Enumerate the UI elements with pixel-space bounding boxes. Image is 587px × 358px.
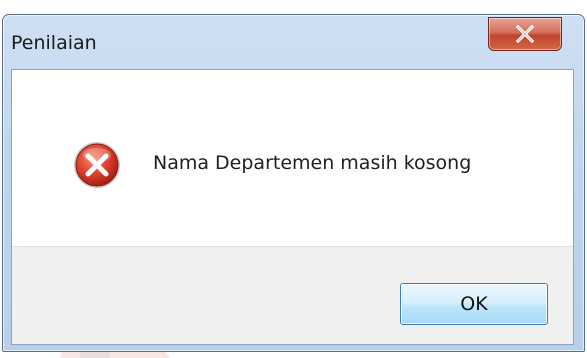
dialog-title: Penilaian (11, 32, 97, 54)
error-message: Nama Departemen masih kosong (153, 152, 472, 174)
close-icon (515, 25, 535, 43)
error-icon (74, 142, 120, 188)
title-bar: Penilaian (3, 15, 584, 69)
ok-button[interactable]: OK (400, 283, 548, 325)
button-area: OK (12, 246, 573, 344)
dialog-client: Nama Departemen masih kosong OK (11, 69, 574, 345)
message-area: Nama Departemen masih kosong (12, 70, 573, 246)
close-button[interactable] (488, 17, 562, 51)
dialog-window: Penilaian Nama Departemen masih kosong O… (2, 14, 585, 352)
